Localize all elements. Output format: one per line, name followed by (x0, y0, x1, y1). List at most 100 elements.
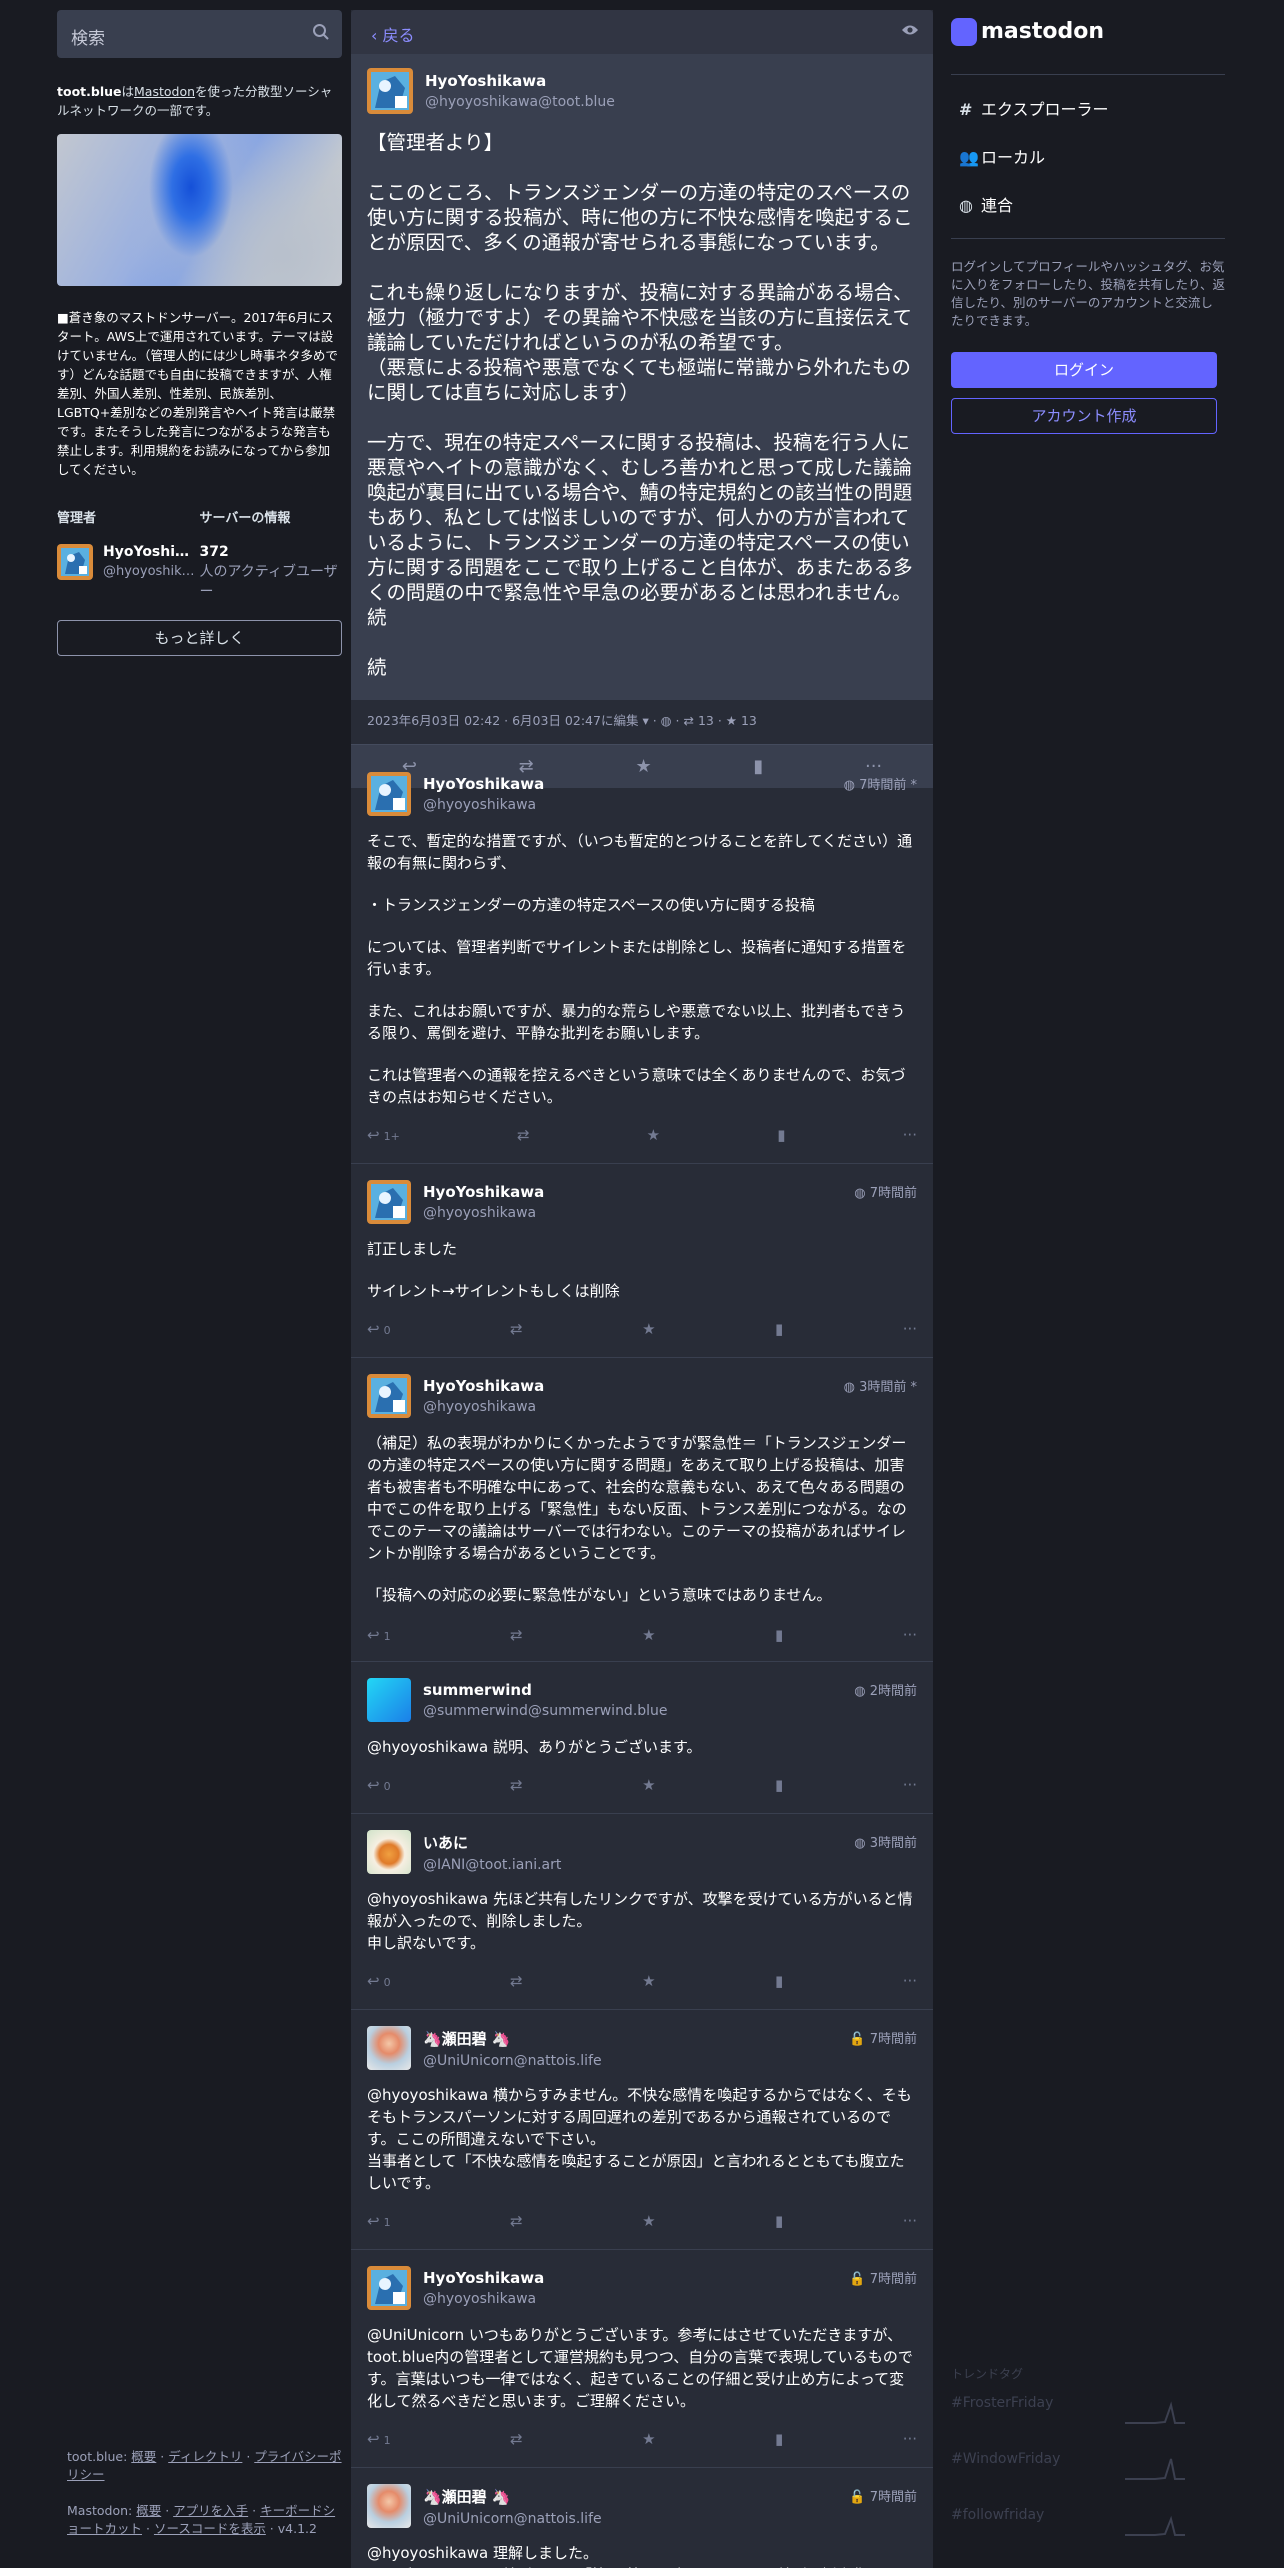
avatar[interactable] (367, 2266, 411, 2310)
bookmark-icon[interactable]: ▮ (775, 2430, 783, 2448)
reply-button[interactable]: ↩ 1 (367, 2430, 391, 2448)
boost-icon[interactable]: ⇄ (517, 1126, 530, 1144)
star-icon[interactable]: ★ (642, 1776, 655, 1794)
star-icon[interactable]: ★ (647, 1126, 660, 1144)
author-name[interactable]: HyoYoshikawa (423, 775, 544, 793)
star-icon[interactable]: ★ (642, 2212, 655, 2230)
avatar[interactable] (367, 1678, 411, 1722)
back-button[interactable]: ‹ 戻る (371, 22, 415, 46)
star-icon[interactable]: ★ (642, 1972, 655, 1990)
reply-all-button[interactable]: ↩ 0 (367, 1972, 391, 1990)
post-paragraph: @hyoyoshikawa 先ほど共有したリンクですが、攻撃を受けている方がいる… (367, 1890, 913, 1952)
mastodon-logo[interactable]: mastodon (951, 18, 1104, 50)
avatar[interactable] (367, 772, 411, 816)
boost-icon[interactable]: ⇄ (510, 1320, 523, 1338)
bookmark-icon[interactable]: ▮ (775, 1320, 783, 1338)
search-input[interactable]: 検索 (57, 10, 342, 58)
post-content: 訂正しました サイレント→サイレントもしくは削除 (367, 1238, 917, 1302)
footer-link-source[interactable]: ソースコードを表示 (154, 2521, 266, 2536)
trend-item[interactable]: #followfriday (951, 2507, 1225, 2547)
trend-item[interactable]: #WindowFriday (951, 2451, 1225, 2491)
footer-link-about2[interactable]: 概要 (136, 2503, 161, 2518)
boost-icon[interactable]: ⇄ (510, 2430, 523, 2448)
star-icon[interactable]: ★ (642, 2430, 655, 2448)
mastodon-link[interactable]: Mastodon (134, 84, 195, 99)
list-item[interactable]: summerwind @summerwind@summerwind.blue ◍ … (351, 1661, 933, 1813)
post-time[interactable]: 🔓 7時間前 (849, 2268, 917, 2287)
reply-all-button[interactable]: ↩ 0 (367, 1776, 391, 1794)
trend-item[interactable]: #FrosterFriday (951, 2395, 1225, 2435)
post-content: （補足）私の表現がわかりにくかったようですが緊急性＝「トランスジェンダーの方達の… (367, 1432, 917, 1606)
list-item[interactable]: HyoYoshikawa @hyoyoshikawa ◍ 3時間前 * （補足）私… (351, 1357, 933, 1661)
footer-link-directory[interactable]: ディレクトリ (168, 2449, 242, 2464)
avatar[interactable] (367, 68, 413, 114)
avatar[interactable] (367, 1180, 411, 1224)
bookmark-icon[interactable]: ▮ (775, 1972, 783, 1990)
bookmark-icon[interactable]: ▮ (777, 1126, 785, 1144)
signup-button[interactable]: アカウント作成 (951, 398, 1217, 434)
nav-federated[interactable]: ◍ 連合 (959, 192, 1013, 216)
boost-icon[interactable]: ⇄ (510, 1972, 523, 1990)
boost-icon[interactable]: ⇄ (510, 2212, 523, 2230)
more-icon[interactable]: ··· (903, 2212, 917, 2230)
boost-icon[interactable]: ⇄ (510, 1776, 523, 1794)
admin-account[interactable]: HyoYoshikawa @hyoyoshikawa (57, 544, 200, 580)
post-time[interactable]: ◍ 3時間前 (854, 1832, 917, 1851)
bookmark-icon[interactable]: ▮ (775, 2212, 783, 2230)
author-name[interactable]: summerwind (423, 1681, 668, 1699)
post-time[interactable]: ◍ 2時間前 (854, 1680, 917, 1699)
author-name[interactable]: 🦄瀬田碧 🦄 (423, 2486, 602, 2507)
post-paragraph: これは管理者への通報を控えるべきという意味では全くありませんので、お気づきの点は… (367, 1066, 906, 1106)
author-name[interactable]: いあに (423, 1832, 561, 1853)
time-label: 3時間前 (869, 1836, 917, 1851)
reply-button[interactable]: ↩ 1 (367, 1626, 391, 1644)
nav-explore[interactable]: # エクスプローラー (959, 96, 1109, 120)
nav-local[interactable]: 👥 ローカル (959, 144, 1045, 168)
star-icon[interactable]: ★ (642, 1626, 655, 1644)
search-icon[interactable] (312, 23, 330, 46)
author-name[interactable]: HyoYoshikawa (425, 72, 615, 90)
avatar[interactable] (367, 2484, 411, 2528)
reply-button[interactable]: ↩ 1+ (367, 1126, 400, 1144)
list-item[interactable]: 🦄瀬田碧 🦄 @UniUnicorn@nattois.life 🔓 7時間前 @h… (351, 2009, 933, 2249)
post-time[interactable]: 🔓 7時間前 (849, 2028, 917, 2047)
more-icon[interactable]: ··· (903, 1126, 917, 1144)
reply-button[interactable]: ↩ 1 (367, 2212, 391, 2230)
post-time[interactable]: ◍ 7時間前 (854, 1182, 917, 1201)
bookmark-icon[interactable]: ▮ (775, 1776, 783, 1794)
footer-link-about[interactable]: 概要 (131, 2449, 156, 2464)
boost-count[interactable]: 13 (698, 713, 714, 728)
more-icon[interactable]: ··· (903, 1972, 917, 1990)
more-icon[interactable]: ··· (903, 1320, 917, 1338)
more-icon[interactable]: ··· (903, 1626, 917, 1644)
eye-icon[interactable] (901, 22, 919, 41)
avatar[interactable] (367, 1830, 411, 1874)
avatar[interactable] (367, 2026, 411, 2070)
author-name[interactable]: HyoYoshikawa (423, 2269, 544, 2287)
more-icon[interactable]: ··· (903, 1776, 917, 1794)
boost-icon[interactable]: ⇄ (510, 1626, 523, 1644)
post-time[interactable]: ◍ 7時間前 * (844, 774, 917, 793)
list-item[interactable]: HyoYoshikawa @hyoyoshikawa ◍ 7時間前 訂正しました … (351, 1163, 933, 1357)
list-item[interactable]: HyoYoshikawa @hyoyoshikawa ◍ 7時間前 * そこで、暫… (351, 755, 933, 1163)
author-name[interactable]: HyoYoshikawa (423, 1377, 544, 1395)
post-paragraph: @UniUnicorn いつもありがとうございます。参考にはさせていただきますが… (367, 2326, 913, 2410)
avatar[interactable] (367, 1374, 411, 1418)
post-time[interactable]: 🔓 7時間前 (849, 2486, 917, 2505)
post-time[interactable]: ◍ 3時間前 * (844, 1376, 917, 1395)
reply-button[interactable]: ↩ 0 (367, 1320, 391, 1338)
star-icon[interactable]: ★ (642, 1320, 655, 1338)
login-button[interactable]: ログイン (951, 352, 1217, 388)
fav-count[interactable]: 13 (741, 713, 757, 728)
footer-link-apps[interactable]: アプリを入手 (173, 2503, 248, 2518)
more-icon[interactable]: ··· (903, 2430, 917, 2448)
list-item[interactable]: いあに @IANI@toot.iani.art ◍ 3時間前 @hyoyoshik… (351, 1813, 933, 2009)
author-name[interactable]: HyoYoshikawa (423, 1183, 544, 1201)
post-action-bar: ↩ 0 ⇄ ★ ▮ ··· (367, 1776, 917, 1794)
post-timestamp[interactable]: 2023年6月03日 02:42 · 6月03日 02:47に編集 (367, 713, 638, 728)
list-item[interactable]: HyoYoshikawa @hyoyoshikawa 🔓 7時間前 @UniUni… (351, 2249, 933, 2467)
list-item[interactable]: 🦄瀬田碧 🦄 @UniUnicorn@nattois.life 🔓 7時間前 @h… (351, 2467, 933, 2568)
bookmark-icon[interactable]: ▮ (775, 1626, 783, 1644)
author-name[interactable]: 🦄瀬田碧 🦄 (423, 2028, 602, 2049)
learn-more-button[interactable]: もっと詳しく (57, 620, 342, 656)
